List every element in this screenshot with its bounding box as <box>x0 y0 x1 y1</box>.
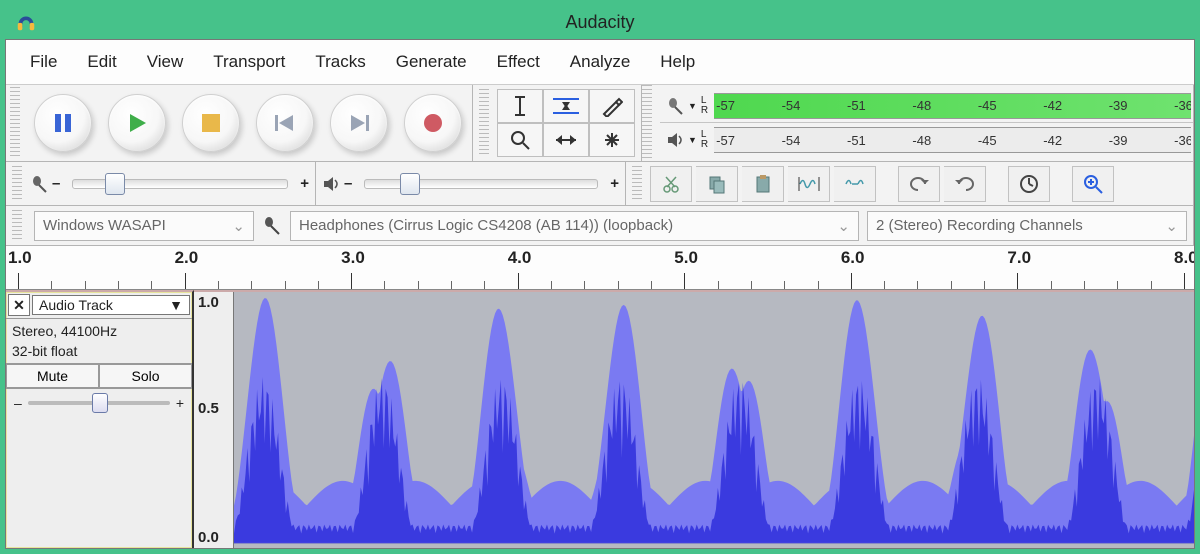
speaker-icon[interactable] <box>666 131 684 149</box>
menu-view[interactable]: View <box>133 48 198 76</box>
zoom-tool[interactable] <box>497 123 543 157</box>
menu-help[interactable]: Help <box>646 48 709 76</box>
silence-button[interactable] <box>834 166 876 202</box>
zoom-in-button[interactable] <box>1072 166 1114 202</box>
recording-channels-dropdown[interactable]: 2 (Stereo) Recording Channels ⌄ <box>867 211 1187 241</box>
recording-volume-slider[interactable] <box>72 179 288 189</box>
playback-volume-slider[interactable] <box>364 179 598 189</box>
chevron-down-icon: ▼ <box>169 297 183 313</box>
mic-icon <box>30 175 48 193</box>
draw-tool[interactable] <box>589 89 635 123</box>
chevron-down-icon[interactable]: ▼ <box>688 101 697 111</box>
track-close-button[interactable]: ✕ <box>8 294 30 316</box>
playback-meter[interactable]: -57 -54 -51 -48 -45 -42 -39 -36 <box>714 127 1191 153</box>
selection-tool[interactable] <box>497 89 543 123</box>
cut-button[interactable] <box>650 166 692 202</box>
toolbar-grip[interactable] <box>642 85 652 161</box>
menu-transport[interactable]: Transport <box>199 48 299 76</box>
skip-start-button[interactable] <box>256 94 314 152</box>
track-format-line1: Stereo, 44100Hz <box>12 321 186 341</box>
chevron-down-icon: ⌄ <box>837 217 850 235</box>
pause-button[interactable] <box>34 94 92 152</box>
menu-tracks[interactable]: Tracks <box>301 48 379 76</box>
menu-file[interactable]: File <box>16 48 71 76</box>
toolbar-grip[interactable] <box>632 166 642 201</box>
waveform-display[interactable] <box>234 292 1194 548</box>
paste-button[interactable] <box>742 166 784 202</box>
multi-tool[interactable] <box>589 123 635 157</box>
minus-label: – <box>52 175 60 192</box>
track-format-line2: 32-bit float <box>12 341 186 361</box>
record-button[interactable] <box>404 94 462 152</box>
plus-label: + <box>610 175 619 192</box>
toolbar-grip[interactable] <box>10 87 20 159</box>
speaker-icon <box>322 175 340 193</box>
toolbar-grip[interactable] <box>479 89 489 157</box>
copy-button[interactable] <box>696 166 738 202</box>
plus-label: + <box>176 395 184 411</box>
solo-button[interactable]: Solo <box>99 364 192 388</box>
undo-button[interactable] <box>898 166 940 202</box>
skip-end-button[interactable] <box>330 94 388 152</box>
chevron-down-icon[interactable]: ▼ <box>688 135 697 145</box>
timeshift-tool[interactable] <box>543 123 589 157</box>
menu-effect[interactable]: Effect <box>483 48 554 76</box>
recording-device-dropdown[interactable]: Headphones (Cirrus Logic CS4208 (AB 114)… <box>290 211 859 241</box>
audio-host-dropdown[interactable]: Windows WASAPI ⌄ <box>34 211 254 241</box>
play-button[interactable] <box>108 94 166 152</box>
menu-edit[interactable]: Edit <box>73 48 130 76</box>
app-icon <box>15 11 37 33</box>
window-titlebar: Audacity <box>5 5 1195 39</box>
recording-meter[interactable]: -57 -54 -51 -48 -45 -42 -39 -36 <box>714 93 1191 119</box>
chevron-down-icon: ⌄ <box>232 217 245 235</box>
toolbar-grip[interactable] <box>12 166 22 201</box>
track-control-panel: ✕ Audio Track ▼ Stereo, 44100Hz 32-bit f… <box>6 290 194 548</box>
amplitude-scale: 1.0 0.5 0.0 <box>194 292 234 548</box>
window-title: Audacity <box>565 12 634 33</box>
menu-generate[interactable]: Generate <box>382 48 481 76</box>
minus-label: – <box>14 395 22 411</box>
meter-r-label: R <box>701 106 708 116</box>
meter-l-label: L <box>701 96 708 106</box>
toolbar-grip[interactable] <box>12 210 22 241</box>
sync-lock-button[interactable] <box>1008 166 1050 202</box>
envelope-tool[interactable] <box>543 89 589 123</box>
timeline-ruler[interactable]: 1.02.03.04.05.06.07.08.0 <box>6 246 1194 290</box>
mic-icon[interactable] <box>666 97 684 115</box>
track-menu-button[interactable]: Audio Track ▼ <box>32 295 190 315</box>
mute-button[interactable]: Mute <box>6 364 99 388</box>
mic-icon <box>262 216 282 236</box>
chevron-down-icon: ⌄ <box>1165 217 1178 235</box>
meter-r-label: R <box>701 140 708 150</box>
stop-button[interactable] <box>182 94 240 152</box>
plus-label: + <box>300 175 309 192</box>
menu-bar: File Edit View Transport Tracks Generate… <box>6 40 1194 85</box>
minus-label: – <box>344 175 352 192</box>
redo-button[interactable] <box>944 166 986 202</box>
menu-analyze[interactable]: Analyze <box>556 48 644 76</box>
track-gain-slider[interactable] <box>28 401 170 405</box>
trim-button[interactable] <box>788 166 830 202</box>
